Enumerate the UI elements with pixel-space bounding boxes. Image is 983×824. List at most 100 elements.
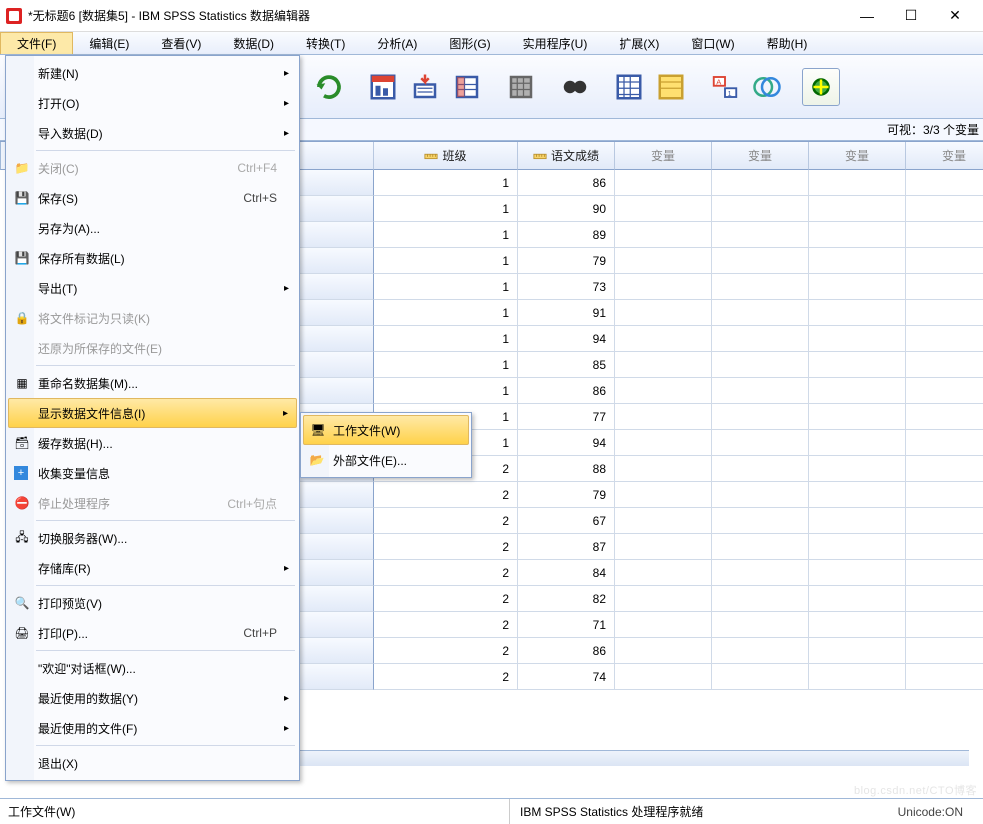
cell-empty[interactable] <box>615 352 712 378</box>
cell[interactable]: 2 <box>374 482 518 508</box>
row-header[interactable] <box>300 248 374 274</box>
cell-empty[interactable] <box>809 456 906 482</box>
cell-empty[interactable] <box>712 560 809 586</box>
col-header-2[interactable]: 语文成绩 <box>518 142 615 170</box>
cell[interactable]: 87 <box>518 534 615 560</box>
cell-empty[interactable] <box>712 196 809 222</box>
cell-empty[interactable] <box>906 456 983 482</box>
menu-extensions[interactable]: 扩展(X) <box>603 32 675 54</box>
cell[interactable]: 71 <box>518 612 615 638</box>
row-header[interactable] <box>300 300 374 326</box>
row-header[interactable] <box>300 222 374 248</box>
cell[interactable]: 88 <box>518 456 615 482</box>
minimize-button[interactable]: — <box>845 2 889 30</box>
show-all-button[interactable] <box>802 68 840 106</box>
cell-empty[interactable] <box>615 274 712 300</box>
cell-empty[interactable] <box>906 612 983 638</box>
cell[interactable]: 79 <box>518 482 615 508</box>
cell-empty[interactable] <box>906 430 983 456</box>
col-header-empty[interactable]: 变量 <box>906 142 983 170</box>
cell-empty[interactable] <box>809 612 906 638</box>
col-header-1[interactable]: 班级 <box>374 142 518 170</box>
cell[interactable]: 79 <box>518 248 615 274</box>
cell[interactable]: 2 <box>374 560 518 586</box>
cell-empty[interactable] <box>615 170 712 196</box>
cell[interactable]: 1 <box>374 222 518 248</box>
cell[interactable]: 1 <box>374 248 518 274</box>
find-button[interactable] <box>556 68 594 106</box>
row-header[interactable] <box>300 482 374 508</box>
cell-empty[interactable] <box>809 404 906 430</box>
cell-empty[interactable] <box>615 586 712 612</box>
cell-empty[interactable] <box>615 560 712 586</box>
value-labels-button[interactable]: A1 <box>706 68 744 106</box>
cell-empty[interactable] <box>906 274 983 300</box>
row-header[interactable] <box>300 378 374 404</box>
menu-import[interactable]: 导入数据(D)▸ <box>8 118 297 148</box>
cell-empty[interactable] <box>906 300 983 326</box>
report-button[interactable] <box>364 68 402 106</box>
cell-empty[interactable] <box>809 508 906 534</box>
cell-empty[interactable] <box>809 248 906 274</box>
cell-empty[interactable] <box>809 664 906 690</box>
menu-graphs[interactable]: 图形(G) <box>433 32 506 54</box>
cell-empty[interactable] <box>615 664 712 690</box>
cell[interactable]: 1 <box>374 326 518 352</box>
cell[interactable]: 2 <box>374 534 518 560</box>
cell-empty[interactable] <box>906 404 983 430</box>
cell-empty[interactable] <box>712 222 809 248</box>
row-header[interactable] <box>300 326 374 352</box>
cell-empty[interactable] <box>712 664 809 690</box>
menu-utilities[interactable]: 实用程序(U) <box>507 32 604 54</box>
cell-empty[interactable] <box>712 534 809 560</box>
menu-window[interactable]: 窗口(W) <box>675 32 750 54</box>
cell-empty[interactable] <box>712 430 809 456</box>
cell-empty[interactable] <box>615 612 712 638</box>
row-header[interactable] <box>300 274 374 300</box>
menu-exit[interactable]: 退出(X) <box>8 748 297 778</box>
goto-variable-button[interactable] <box>448 68 486 106</box>
menu-rename[interactable]: ▦重命名数据集(M)... <box>8 368 297 398</box>
submenu-working-file[interactable]: 🖥工作文件(W) <box>303 415 469 445</box>
row-header[interactable] <box>300 170 374 196</box>
cell-empty[interactable] <box>712 248 809 274</box>
cell-empty[interactable] <box>809 430 906 456</box>
menu-show-file-info[interactable]: 显示数据文件信息(I)▸ <box>8 398 297 428</box>
cell-empty[interactable] <box>809 560 906 586</box>
cell[interactable]: 90 <box>518 196 615 222</box>
cell-empty[interactable] <box>906 586 983 612</box>
menu-export[interactable]: 导出(T)▸ <box>8 273 297 303</box>
row-header[interactable] <box>300 612 374 638</box>
cell-empty[interactable] <box>712 404 809 430</box>
menu-saveas[interactable]: 另存为(A)... <box>8 213 297 243</box>
cell[interactable]: 1 <box>374 352 518 378</box>
cell-empty[interactable] <box>906 534 983 560</box>
cell[interactable]: 94 <box>518 326 615 352</box>
menu-saveall[interactable]: 💾保存所有数据(L) <box>8 243 297 273</box>
cell-empty[interactable] <box>809 274 906 300</box>
cell-empty[interactable] <box>615 638 712 664</box>
cell-empty[interactable] <box>712 326 809 352</box>
cell-empty[interactable] <box>809 196 906 222</box>
menu-switch-server[interactable]: 🖧切换服务器(W)... <box>8 523 297 553</box>
cell-empty[interactable] <box>615 534 712 560</box>
cell-empty[interactable] <box>712 170 809 196</box>
cell[interactable]: 85 <box>518 352 615 378</box>
cell-empty[interactable] <box>809 170 906 196</box>
cell-empty[interactable] <box>712 612 809 638</box>
cell-empty[interactable] <box>809 222 906 248</box>
menu-edit[interactable]: 编辑(E) <box>73 32 145 54</box>
cell-empty[interactable] <box>712 274 809 300</box>
row-header[interactable] <box>300 196 374 222</box>
menu-cache[interactable]: 🗃缓存数据(H)... <box>8 428 297 458</box>
cell[interactable]: 89 <box>518 222 615 248</box>
cell-empty[interactable] <box>809 326 906 352</box>
menu-view[interactable]: 查看(V) <box>145 32 217 54</box>
cell[interactable]: 1 <box>374 196 518 222</box>
menu-welcome[interactable]: "欢迎"对话框(W)... <box>8 653 297 683</box>
row-header[interactable] <box>300 664 374 690</box>
cell-empty[interactable] <box>906 378 983 404</box>
menu-analyze[interactable]: 分析(A) <box>361 32 433 54</box>
weight-cases-button[interactable] <box>652 68 690 106</box>
maximize-button[interactable]: ☐ <box>889 2 933 30</box>
